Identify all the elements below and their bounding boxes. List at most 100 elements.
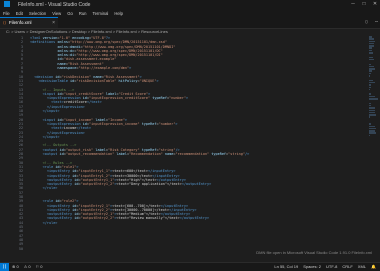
indentation[interactable]: Spaces: 2: [303, 264, 321, 269]
code-token: typeRef: [139, 121, 157, 126]
xml-file-icon: ⟨⟩: [3, 20, 7, 25]
minimap-line: [369, 75, 371, 77]
minimap-line: [369, 93, 371, 95]
code-token: "recommendation": [175, 152, 210, 157]
minimap-line: [369, 47, 373, 49]
minimap-line: [369, 134, 371, 137]
minimap-line: [369, 81, 375, 84]
line-number-gutter: 1 2 3 4 5 6 7 8 9 10 11 12 13 14 15 16 17 18 19 20 21 22 23 24 2…: [0, 36, 26, 251]
breadcrumb[interactable]: C: > Users > DesignerOnSolutions > Deskt…: [0, 28, 380, 36]
code-token: namespace: [57, 66, 77, 71]
code-token: <text>"Deny application"</text>: [116, 182, 182, 187]
encoding[interactable]: UTF-8: [326, 264, 337, 269]
menu-item-go[interactable]: Go: [67, 11, 73, 16]
code-editor[interactable]: 1 2 3 4 5 6 7 8 9 10 11 12 13 14 15 16 17 18 19 20 21 22 23 24 2…: [0, 36, 372, 258]
code-token: </rule>: [42, 186, 58, 191]
code-area[interactable]: <?xml version="1.0" encoding="UTF-8"?> <d…: [30, 36, 360, 251]
minimap-line: [369, 130, 376, 132]
code-token: label: [114, 152, 127, 157]
code-token: "outputEntry1_2": [80, 182, 115, 187]
notifications-bell-icon[interactable]: 🔔: [371, 264, 376, 269]
code-token: >: [185, 96, 189, 101]
minimap-line: [369, 63, 371, 66]
language-mode[interactable]: XML: [358, 264, 366, 269]
code-token: </outputEntry>: [179, 216, 210, 221]
tab-fileinfo[interactable]: ⟨⟩ FileInfo.xml ×: [0, 17, 58, 28]
minimap-line: [369, 38, 375, 40]
cursor-position[interactable]: Ln 55, Col 19: [274, 264, 298, 269]
status-notification: DMN file open in Microsoft Visual Studio…: [256, 250, 372, 255]
code-token: </input>: [42, 134, 60, 139]
line-ending[interactable]: CRLF: [342, 264, 352, 269]
code-token: </outputEntry>: [181, 182, 212, 187]
minimap-line: [369, 72, 372, 75]
code-token: "UNIQUE": [139, 78, 157, 83]
minimap-line: [369, 114, 377, 116]
code-token: "output_recommendation": [65, 152, 115, 157]
minimap-line: [369, 127, 376, 130]
minimize-icon[interactable]: ─: [348, 1, 358, 8]
code-token: >: [156, 78, 159, 83]
code-token: >: [175, 121, 178, 126]
editor-actions: ▯ ⋯: [361, 19, 378, 25]
minimap-line: [369, 102, 371, 105]
minimap-line: [369, 65, 374, 68]
minimap-line: [369, 104, 371, 107]
minimap-line: [369, 86, 372, 89]
minimap-line: [369, 49, 372, 52]
code-token: >: [129, 66, 132, 71]
minimap[interactable]: [369, 36, 378, 137]
tab-label: FileInfo.xml: [9, 20, 32, 25]
warnings-count[interactable]: ⚠ 0: [24, 264, 31, 269]
minimap-line: [369, 123, 371, 125]
minimap-line: [369, 70, 372, 72]
minimap-line: [369, 79, 373, 82]
minimap-line: [369, 88, 371, 91]
menu-item-view[interactable]: View: [52, 11, 61, 16]
minimap-line: [369, 95, 375, 98]
maximize-icon[interactable]: □: [359, 1, 369, 8]
minimap-line: [369, 45, 375, 47]
minimap-line: [369, 125, 376, 128]
code-token: "number": [158, 121, 176, 126]
vscode-logo-icon: [4, 1, 10, 7]
minimap-line: [369, 58, 375, 61]
errors-count[interactable]: ⊗ 0: [12, 264, 19, 269]
minimap-line: [369, 36, 373, 38]
code-token: <output: [42, 152, 60, 157]
menu-item-run[interactable]: Run: [79, 11, 87, 16]
code-token: </input>: [42, 109, 60, 114]
code-token: />: [245, 152, 250, 157]
close-window-icon[interactable]: ✕: [370, 1, 380, 8]
menu-item-terminal[interactable]: Terminal: [93, 11, 109, 16]
code-token: "http://example.com/dmn": [78, 66, 130, 71]
code-token: <text>"Review manually"</text>: [116, 216, 180, 221]
code-token: "outputEntry2_2": [80, 216, 115, 221]
menu-item-file[interactable]: File: [3, 11, 10, 16]
close-tab-icon[interactable]: ×: [52, 18, 55, 28]
info-count[interactable]: ⚐ 0: [36, 264, 43, 269]
line-number: 50: [18, 246, 23, 251]
menu-bar: File Edit Selection View Go Run Terminal Help: [0, 9, 380, 17]
code-token: typeRef: [209, 152, 227, 157]
split-editor-icon[interactable]: ▯: [365, 19, 368, 25]
code-token: </rule>: [42, 220, 58, 225]
code-token: name: [162, 152, 174, 157]
more-actions-icon[interactable]: ⋯: [375, 19, 378, 25]
code-token: <decisionTable: [38, 78, 71, 83]
code-token: "number": [169, 96, 186, 101]
minimap-line: [369, 132, 377, 134]
menu-item-edit[interactable]: Edit: [16, 11, 23, 16]
code-token: "inputExpression_income": [89, 121, 140, 126]
menu-item-selection[interactable]: Selection: [29, 11, 46, 16]
minimap-line: [369, 116, 371, 118]
minimap-line: [369, 52, 373, 54]
minimap-line: [369, 40, 375, 43]
menu-item-help[interactable]: Help: [114, 11, 123, 16]
